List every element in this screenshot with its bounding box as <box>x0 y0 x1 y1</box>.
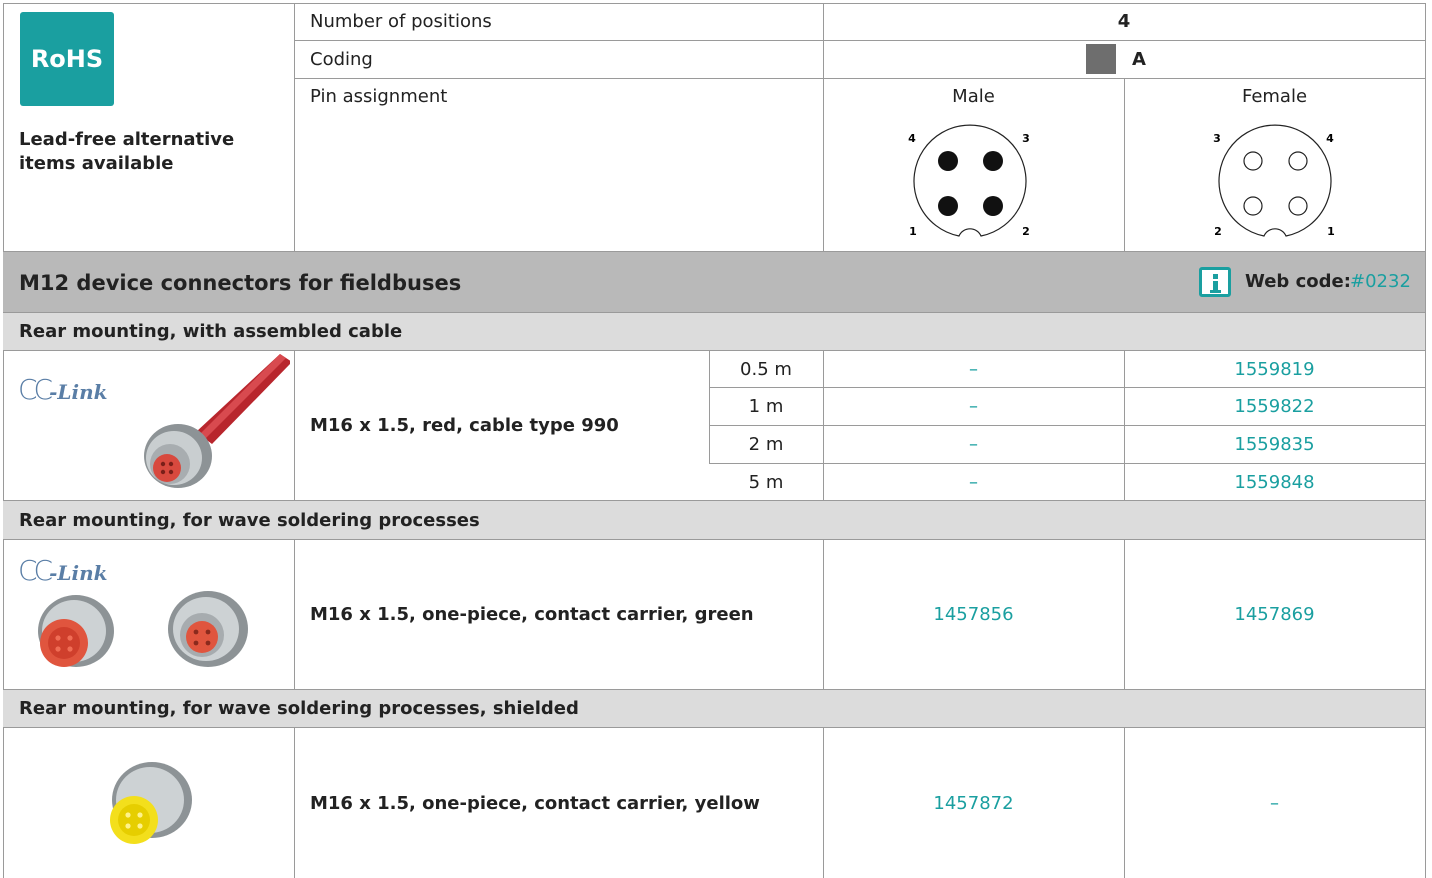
pin-assignment-label: Pin assignment <box>310 86 448 107</box>
male-item-link[interactable]: 1457856 <box>823 604 1124 626</box>
section-title: Rear mounting, for wave soldering proces… <box>19 698 579 719</box>
info-icon[interactable] <box>1199 267 1231 297</box>
male-pin-3 <box>983 151 1003 171</box>
female-pin-1 <box>1288 196 1308 216</box>
male-item-cell: – <box>969 472 978 493</box>
female-item-link[interactable]: 1559848 <box>1124 472 1425 494</box>
coding-label: Coding <box>310 49 373 70</box>
male-item-cell: – <box>969 434 978 455</box>
section-title-bar: Rear mounting, with assembled cable <box>3 313 1425 350</box>
female-item-link[interactable]: 1559835 <box>1124 434 1425 456</box>
length-cell: 1 m <box>748 396 784 417</box>
section-title-bar: Rear mounting, for wave soldering proces… <box>3 690 1425 727</box>
section-header-title: M12 device connectors for fieldbuses <box>19 271 462 295</box>
coding-value: A <box>1132 49 1146 70</box>
webcode-link[interactable]: #0232 <box>1350 271 1411 293</box>
male-pin-label-3: 3 <box>1022 132 1030 145</box>
rohs-badge: RoHS <box>20 12 114 106</box>
length-cell: 5 m <box>748 472 784 493</box>
section-title: Rear mounting, with assembled cable <box>19 321 403 342</box>
male-pin-1 <box>938 196 958 216</box>
yellow-connector-image <box>110 762 192 844</box>
female-item-link[interactable]: 1559819 <box>1124 359 1425 381</box>
product-description: M16 x 1.5, one-piece, contact carrier, g… <box>310 604 754 625</box>
female-pin-diagram: 3 4 2 1 <box>1213 124 1335 238</box>
female-pin-3 <box>1243 151 1263 171</box>
length-cell: 2 m <box>748 434 784 455</box>
section-title-bar: Rear mounting, for wave soldering proces… <box>3 501 1425 539</box>
female-pin-label-4: 4 <box>1326 132 1334 145</box>
section-header-bar: M12 device connectors for fieldbuses Web… <box>3 252 1425 312</box>
female-item-link[interactable]: 1559822 <box>1124 396 1425 418</box>
male-item-cell: – <box>969 359 978 380</box>
webcode-label: Web code: <box>1245 271 1351 292</box>
female-pin-2 <box>1243 196 1263 216</box>
male-pin-4 <box>938 151 958 171</box>
male-item-cell: – <box>969 396 978 417</box>
male-pin-label-4: 4 <box>908 132 916 145</box>
cc-link-logo: CC-Link <box>18 554 108 587</box>
female-pin-label-2: 2 <box>1214 225 1222 238</box>
male-pin-diagram: 4 3 1 2 <box>908 124 1030 238</box>
rohs-badge-label: RoHS <box>30 45 104 73</box>
product-description: M16 x 1.5, red, cable type 990 <box>310 415 619 436</box>
rohs-note: Lead-free alternative items available <box>19 129 235 174</box>
female-item-cell: – <box>1270 793 1279 814</box>
male-item-link[interactable]: 1457872 <box>823 793 1124 815</box>
female-label: Female <box>1241 86 1308 107</box>
cc-link-logo: CC-Link <box>18 373 108 406</box>
male-label: Male <box>952 86 995 107</box>
male-pin-label-1: 1 <box>909 225 917 238</box>
male-pin-2 <box>983 196 1003 216</box>
female-pin-label-1: 1 <box>1327 225 1335 238</box>
female-pin-label-3: 3 <box>1213 132 1221 145</box>
female-item-link[interactable]: 1457869 <box>1124 604 1425 626</box>
coding-swatch <box>1086 44 1116 74</box>
positions-label: Number of positions <box>310 11 492 32</box>
red-connectors-image <box>38 591 248 667</box>
section-title: Rear mounting, for wave soldering proces… <box>19 510 480 531</box>
length-cell: 0.5 m <box>740 359 792 380</box>
red-cable-connector-image <box>144 354 290 488</box>
positions-value: 4 <box>1117 11 1131 32</box>
male-pin-label-2: 2 <box>1022 225 1030 238</box>
female-pin-4 <box>1288 151 1308 171</box>
product-description: M16 x 1.5, one-piece, contact carrier, y… <box>310 793 760 814</box>
